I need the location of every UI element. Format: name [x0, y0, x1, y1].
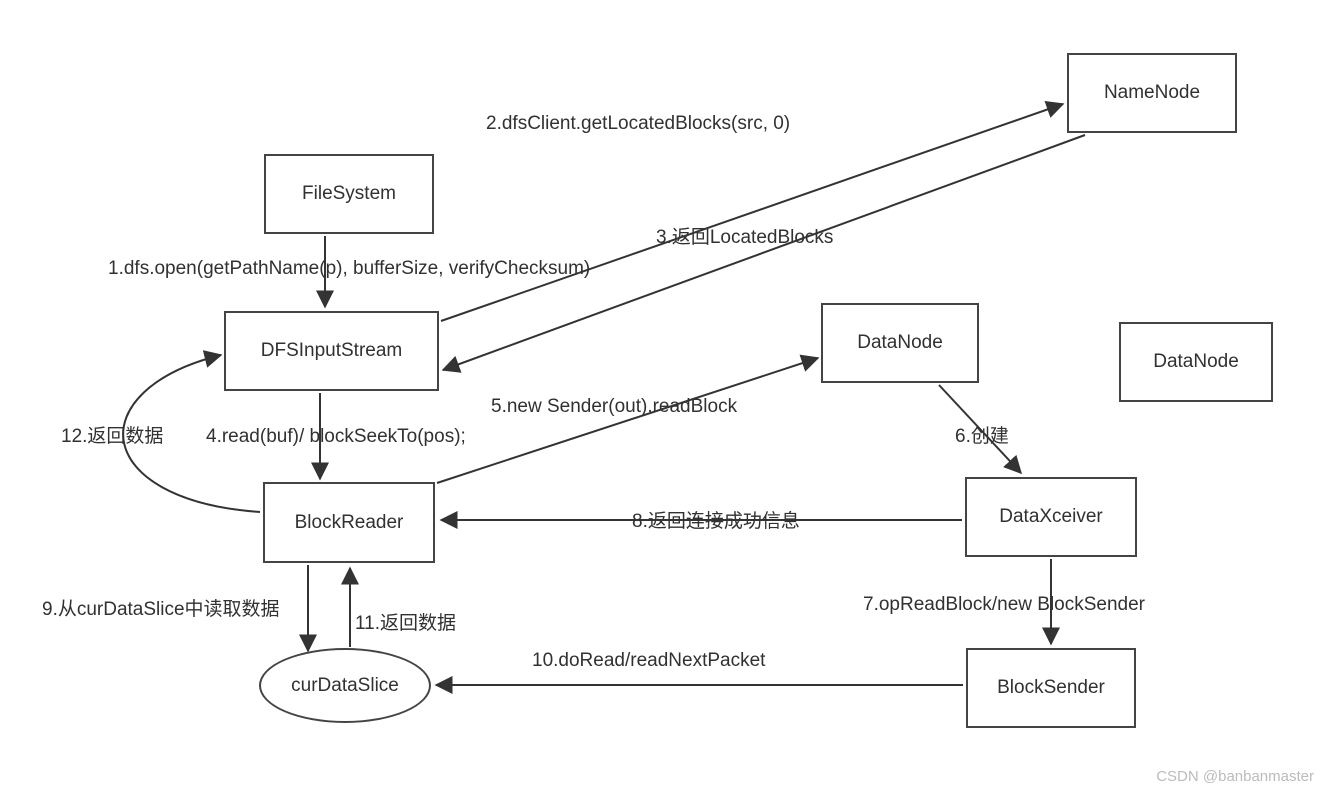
edge-label-10: 10.doRead/readNextPacket	[532, 650, 765, 672]
node-namenode-label: NameNode	[1104, 82, 1200, 104]
node-namenode: NameNode	[1067, 53, 1237, 133]
node-dataxceiver: DataXceiver	[965, 477, 1137, 557]
edge-label-9: 9.从curDataSlice中读取数据	[42, 594, 280, 621]
edge-label-5: 5.new Sender(out).readBlock	[491, 396, 737, 418]
edge-label-4: 4.read(buf)/ blockSeekTo(pos);	[206, 426, 466, 448]
node-dfsinputstream-label: DFSInputStream	[261, 340, 403, 362]
edge-label-7: 7.opReadBlock/new BlockSender	[863, 594, 1145, 616]
edge-2	[441, 104, 1063, 321]
node-dataxceiver-label: DataXceiver	[999, 506, 1103, 528]
watermark: CSDN @banbanmaster	[1156, 768, 1314, 785]
node-curdataslice-label: curDataSlice	[291, 675, 399, 697]
node-curdataslice: curDataSlice	[259, 648, 431, 723]
node-blocksender-label: BlockSender	[997, 677, 1105, 699]
edge-label-12: 12.返回数据	[61, 421, 163, 448]
node-blockreader: BlockReader	[263, 482, 435, 563]
edge-label-6: 6.创建	[955, 421, 1009, 448]
edge-label-11: 11.返回数据	[355, 608, 456, 635]
node-datanode-2: DataNode	[1119, 322, 1273, 402]
node-datanode-1-label: DataNode	[857, 332, 943, 354]
node-blockreader-label: BlockReader	[295, 512, 404, 534]
edge-label-3: 3.返回LocatedBlocks	[656, 222, 833, 249]
edge-label-2: 2.dfsClient.getLocatedBlocks(src, 0)	[486, 113, 790, 135]
node-dfsinputstream: DFSInputStream	[224, 311, 439, 391]
node-blocksender: BlockSender	[966, 648, 1136, 728]
node-datanode-2-label: DataNode	[1153, 351, 1239, 373]
node-filesystem-label: FileSystem	[302, 183, 396, 205]
edge-5	[437, 358, 818, 483]
edge-label-8: 8.返回连接成功信息	[632, 506, 800, 533]
node-filesystem: FileSystem	[264, 154, 434, 234]
edge-3	[443, 135, 1085, 370]
edge-label-1: 1.dfs.open(getPathName(p), bufferSize, v…	[108, 258, 590, 280]
node-datanode-1: DataNode	[821, 303, 979, 383]
